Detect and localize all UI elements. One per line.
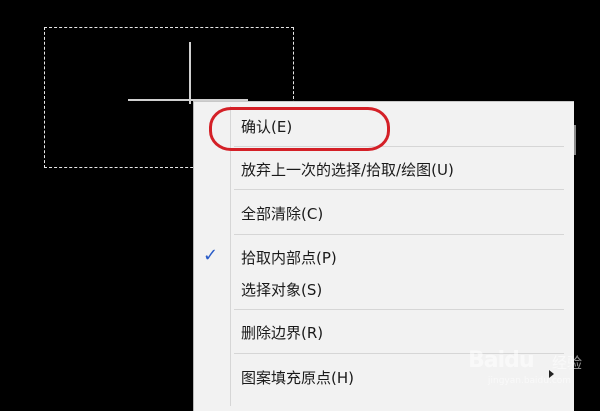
menu-item-label: 拾取内部点(P) (241, 249, 337, 267)
menu-item-undo-last[interactable]: 放弃上一次的选择/拾取/绘图(U) (194, 155, 572, 181)
menu-separator (234, 189, 564, 190)
menu-item-clear-all[interactable]: 全部清除(C) (194, 199, 572, 225)
menu-item-label: 图案填充原点(H) (241, 369, 354, 387)
menu-separator (234, 309, 564, 310)
checkmark-icon: ✓ (203, 245, 219, 266)
watermark-url: jingyan.baidu.com (488, 376, 572, 386)
watermark-sub: 经验 (552, 354, 583, 372)
menu-item-select-objects[interactable]: 选择对象(S) (194, 275, 572, 301)
menu-item-pick-internal-point[interactable]: ✓ 拾取内部点(P) (194, 243, 572, 269)
baidu-jingyan-watermark: Baidu 经验 jingyan.baidu.com (468, 340, 596, 390)
crosshair-cursor-vertical (189, 42, 191, 104)
menu-separator (234, 234, 564, 235)
red-highlight-annotation (209, 107, 390, 151)
menu-item-label: 选择对象(S) (241, 281, 323, 299)
menu-item-label: 删除边界(R) (241, 324, 324, 342)
watermark-brand: Baidu (468, 348, 535, 373)
menu-item-label: 放弃上一次的选择/拾取/绘图(U) (241, 161, 454, 179)
menu-item-label: 全部清除(C) (241, 205, 324, 223)
